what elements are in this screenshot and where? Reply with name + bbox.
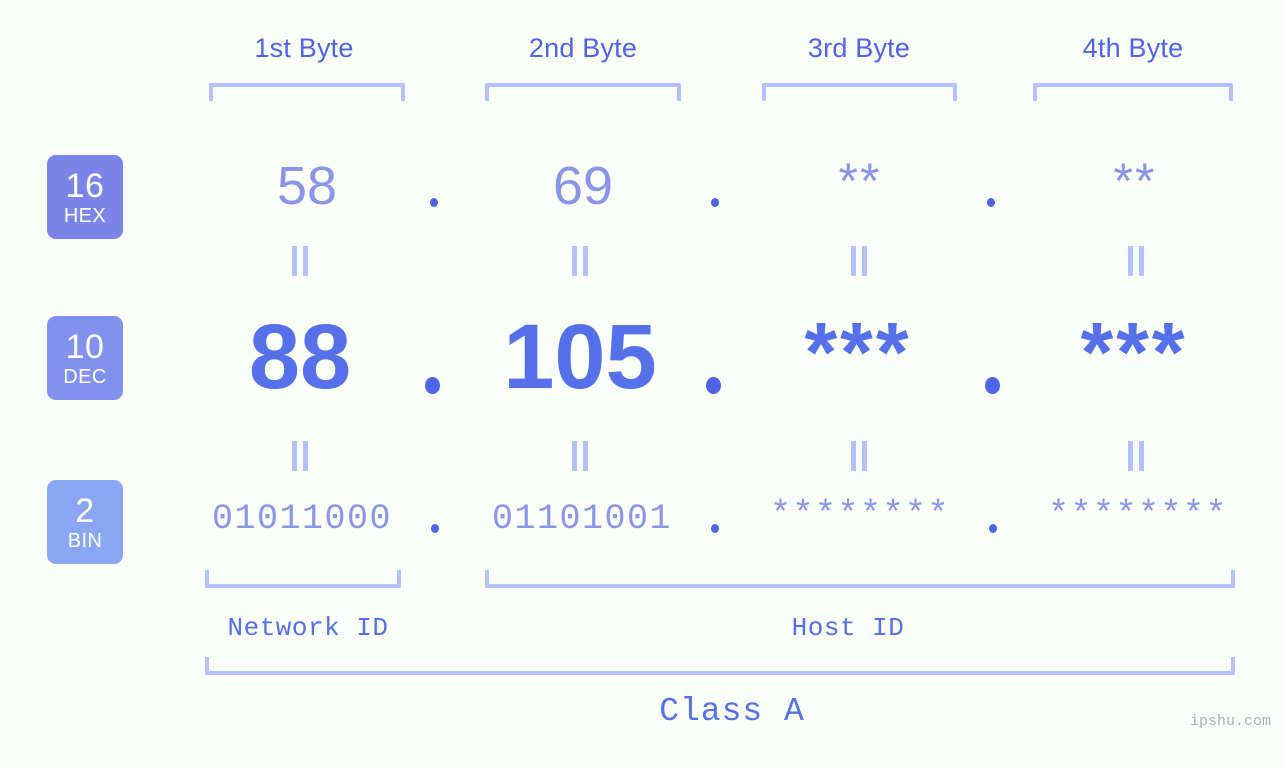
equals-connector-hex-dec-3: [851, 246, 868, 276]
radix-badge-bin: 2 BIN: [47, 480, 123, 564]
radix-badge-dec: 10 DEC: [47, 316, 123, 400]
byte-bracket-3: [762, 83, 957, 101]
equals-connector-dec-bin-3: [851, 441, 868, 471]
byte-header-2: 2nd Byte: [528, 33, 638, 63]
network-id-label: Network ID: [227, 613, 389, 643]
hex-separator-dot-2: [711, 198, 719, 207]
dec-byte-2-value: 105: [503, 306, 657, 408]
radix-badge-hex-number: 16: [65, 166, 105, 205]
radix-badge-dec-name: DEC: [63, 365, 107, 388]
equals-connector-dec-bin-4: [1128, 441, 1145, 471]
dec-separator-dot-2: [706, 377, 721, 394]
bin-byte-4-value: ********: [1047, 495, 1229, 535]
equals-connector-hex-dec-1: [292, 246, 309, 276]
host-id-bracket: [485, 570, 1235, 588]
ip-address-breakdown-diagram: 1st Byte 2nd Byte 3rd Byte 4th Byte 16 H…: [0, 0, 1285, 767]
dec-byte-4-value: ***: [1080, 305, 1188, 399]
bin-byte-2-value: 01101001: [491, 499, 673, 539]
byte-bracket-4: [1033, 83, 1233, 101]
class-bracket: [205, 657, 1235, 675]
radix-badge-bin-number: 2: [75, 491, 95, 530]
bin-byte-3-value: ********: [769, 495, 951, 535]
byte-header-3: 3rd Byte: [807, 33, 911, 63]
bin-separator-dot-2: [711, 524, 719, 533]
class-label: Class A: [659, 693, 805, 730]
equals-connector-dec-bin-2: [572, 441, 589, 471]
watermark: ipshu.com: [1189, 713, 1271, 730]
radix-badge-dec-number: 10: [65, 327, 105, 366]
byte-bracket-2: [485, 83, 681, 101]
equals-connector-dec-bin-1: [292, 441, 309, 471]
network-id-bracket: [205, 570, 401, 588]
hex-separator-dot-3: [987, 198, 995, 207]
radix-badge-bin-name: BIN: [67, 529, 103, 552]
hex-byte-3-value: **: [838, 153, 882, 209]
radix-badge-hex: 16 HEX: [47, 155, 123, 239]
bin-byte-1-value: 01011000: [211, 499, 393, 539]
bin-separator-dot-1: [431, 524, 439, 533]
byte-bracket-1: [209, 83, 405, 101]
dec-byte-1-value: 88: [248, 306, 352, 408]
dec-separator-dot-1: [425, 377, 440, 394]
dec-byte-3-value: ***: [804, 305, 912, 399]
hex-byte-4-value: **: [1113, 153, 1157, 209]
equals-connector-hex-dec-2: [572, 246, 589, 276]
radix-badge-hex-name: HEX: [63, 204, 107, 227]
equals-connector-hex-dec-4: [1128, 246, 1145, 276]
host-id-label: Host ID: [791, 613, 905, 643]
bin-separator-dot-3: [989, 524, 997, 533]
hex-separator-dot-1: [430, 198, 438, 207]
dec-separator-dot-3: [985, 377, 1000, 394]
hex-byte-2-value: 69: [552, 156, 614, 216]
byte-header-1: 1st Byte: [254, 33, 354, 63]
hex-byte-1-value: 58: [276, 156, 338, 216]
byte-header-4: 4th Byte: [1082, 33, 1184, 63]
